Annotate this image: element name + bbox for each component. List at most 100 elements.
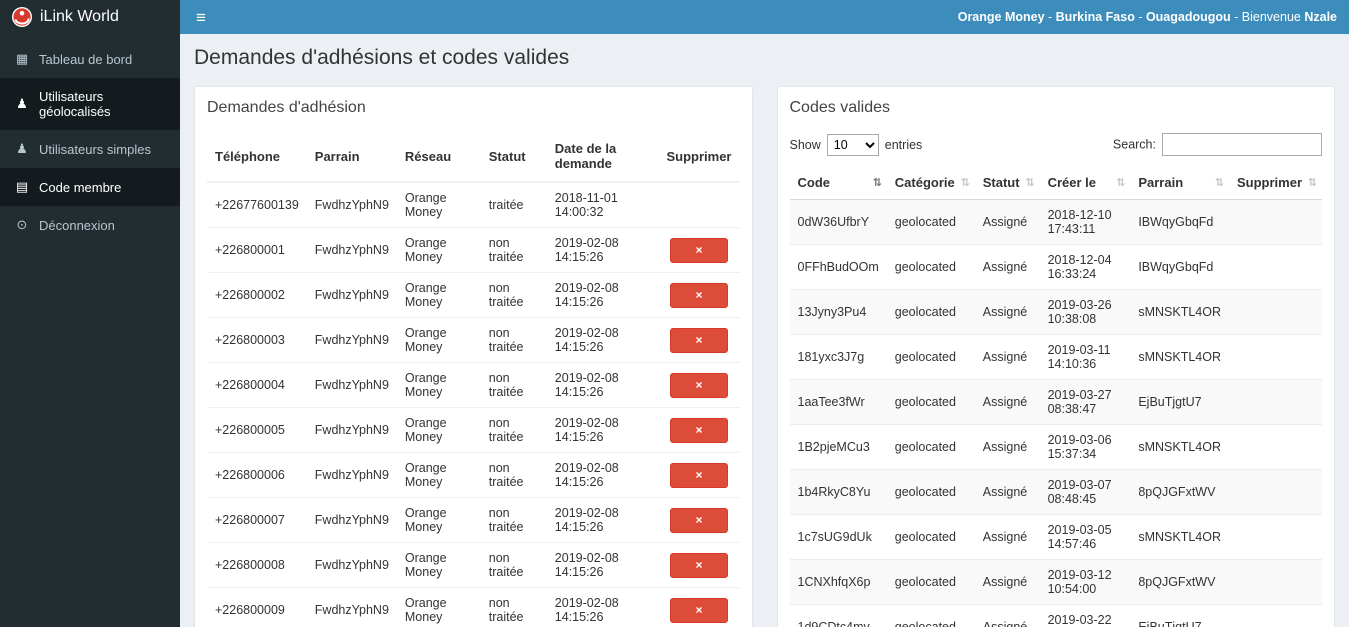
cell-code: 0dW36UfbrY	[789, 199, 887, 245]
adhesion-panel-title: Demandes d'adhésion	[207, 99, 366, 116]
cell-reseau: Orange Money	[396, 272, 481, 318]
cell-statut: Assigné	[974, 379, 1040, 425]
code-row: 1aaTee3fWr geolocated Assigné 2019-03-27 08…	[789, 379, 1322, 425]
cell-categorie: geolocated	[886, 244, 975, 290]
adhesion-panel: Demandes d'adhésion Téléphone Parrain Rése…	[194, 86, 753, 627]
cell-telephone: +226800002	[207, 272, 307, 318]
cell-statut: Assigné	[974, 469, 1040, 515]
column-header-statut: Statut	[480, 131, 547, 183]
cell-telephone: +226800005	[207, 407, 307, 453]
cell-cree-le: 2018-12-10 17:43:11	[1039, 199, 1131, 245]
cell-parrain: 8pQJGFxtWV	[1130, 469, 1229, 515]
sort-icon: ⇅	[1307, 177, 1317, 189]
cell-date: 2019-02-08 14:15:26	[546, 362, 659, 408]
delete-request-button[interactable]: ×	[669, 372, 728, 398]
cell-parrain: IBWqyGbqFd	[1130, 199, 1229, 245]
cell-parrain: FwdhzYphN9	[306, 452, 397, 498]
delete-request-button[interactable]: ×	[669, 507, 728, 533]
users-icon: ♟	[16, 141, 28, 156]
cell-supprimer: ×	[658, 587, 740, 627]
codes-table-body: 0dW36UfbrY geolocated Assigné 2018-12-10 17…	[789, 199, 1322, 627]
sidebar-item-tableau-de-bord[interactable]: ▦ Tableau de bord	[0, 40, 180, 78]
cell-statut: Assigné	[974, 424, 1040, 470]
cell-date: 2019-02-08 14:15:26	[546, 317, 659, 363]
cell-statut: non traitée	[480, 452, 547, 498]
cell-statut: non traitée	[480, 362, 547, 408]
dashboard-icon: ▦	[15, 51, 29, 66]
code-row: 181yxc3J7g geolocated Assigné 2019-03-11 14…	[789, 334, 1322, 380]
cell-cree-le: 2019-03-27 08:38:47	[1039, 379, 1131, 425]
cell-supprimer: ×	[658, 497, 740, 543]
column-label: Parrain	[1138, 175, 1184, 190]
entries-select[interactable]: 10	[826, 133, 879, 156]
column-header-reseau: Réseau	[396, 131, 481, 183]
sidebar-toggle-button[interactable]: ≡	[192, 9, 210, 26]
sidebar-menu: ▦ Tableau de bord ♟ Utilisateurs géolocalis…	[0, 34, 180, 244]
cell-reseau: Orange Money	[396, 407, 481, 453]
cell-supprimer	[1228, 289, 1322, 335]
search-input[interactable]	[1162, 133, 1322, 156]
cell-telephone: +226800001	[207, 227, 307, 273]
column-header-parrain[interactable]: Parrain ⇅	[1130, 166, 1229, 200]
codes-panel: Codes valides Show 10 entries Search: Code…	[776, 86, 1335, 627]
sidebar-item-code-membre[interactable]: ▤ Code membre	[0, 168, 180, 206]
cell-code: 1aaTee3fWr	[789, 379, 887, 425]
cell-categorie: geolocated	[886, 604, 975, 627]
delete-request-button[interactable]: ×	[669, 282, 728, 308]
cell-supprimer	[1228, 379, 1322, 425]
column-header-code[interactable]: Code ⇅	[789, 166, 887, 200]
cell-code: 1CNXhfqX6p	[789, 559, 887, 605]
column-header-cree-le[interactable]: Créer le ⇅	[1039, 166, 1131, 200]
cell-supprimer: ×	[658, 272, 740, 318]
codes-panel-title: Codes valides	[789, 99, 891, 116]
adhesion-row: +226800009 FwdhzYphN9 Orange Money non trai…	[207, 587, 740, 627]
column-header-parrain: Parrain	[306, 131, 397, 183]
adhesion-row: +226800003 FwdhzYphN9 Orange Money non trai…	[207, 317, 740, 363]
cell-statut: non traitée	[480, 317, 547, 363]
cell-date: 2019-02-08 14:15:26	[546, 542, 659, 588]
search-label: Search:	[1112, 137, 1156, 152]
delete-request-button[interactable]: ×	[669, 417, 728, 443]
app-logo-icon	[12, 7, 32, 27]
sidebar-item-label: Code membre	[39, 179, 122, 195]
sidebar-item-utilisateurs-simples[interactable]: ♟ Utilisateurs simples	[0, 130, 180, 168]
sort-icon: ⇅	[1214, 177, 1224, 189]
sidebar-item-label: Tableau de bord	[39, 51, 133, 67]
cell-statut: non traitée	[480, 227, 547, 273]
cell-cree-le: 2019-03-05 14:57:46	[1039, 514, 1131, 560]
adhesion-row: +226800007 FwdhzYphN9 Orange Money non trai…	[207, 497, 740, 543]
cell-statut: Assigné	[974, 604, 1040, 627]
sidebar-item-utilisateurs-geolocalises[interactable]: ♟ Utilisateurs géolocalisés	[0, 78, 180, 130]
cell-statut: non traitée	[480, 542, 547, 588]
cell-code: 0FFhBudOOm	[789, 244, 887, 290]
delete-request-button[interactable]: ×	[669, 237, 728, 263]
sidebar-item-deconnexion[interactable]: ⊙ Déconnexion	[0, 206, 180, 244]
column-header-statut[interactable]: Statut ⇅	[974, 166, 1040, 200]
cell-statut: Assigné	[974, 289, 1040, 335]
cell-date: 2019-02-08 14:15:26	[546, 272, 659, 318]
cell-supprimer: ×	[658, 317, 740, 363]
cell-code: 13Jyny3Pu4	[789, 289, 887, 335]
list-icon: ▤	[15, 179, 29, 194]
delete-request-button[interactable]: ×	[669, 327, 728, 353]
code-row: 1CNXhfqX6p geolocated Assigné 2019-03-12 10…	[789, 559, 1322, 605]
cell-reseau: Orange Money	[396, 452, 481, 498]
delete-request-button[interactable]: ×	[669, 552, 728, 578]
delete-request-button[interactable]: ×	[669, 597, 728, 623]
cell-categorie: geolocated	[886, 199, 975, 245]
page-title: Demandes d'adhésions et codes valides	[194, 46, 570, 69]
column-label: Statut	[982, 175, 1020, 190]
cell-parrain: sMNSKTL4OR	[1130, 334, 1229, 380]
brand[interactable]: iLink World	[0, 0, 180, 34]
cell-date: 2019-02-08 14:15:26	[546, 587, 659, 627]
user-greeting[interactable]: Orange Money - Burkina Faso - Ouagadougo…	[958, 10, 1337, 24]
column-header-categorie[interactable]: Catégorie ⇅	[886, 166, 975, 200]
column-header-supprimer[interactable]: Supprimer ⇅	[1228, 166, 1322, 200]
sidebar: ▦ Tableau de bord ♟ Utilisateurs géolocalis…	[0, 34, 180, 627]
cell-statut: Assigné	[974, 244, 1040, 290]
delete-request-button[interactable]: ×	[669, 462, 728, 488]
users-icon: ♟	[16, 96, 28, 111]
cell-categorie: geolocated	[886, 514, 975, 560]
cell-cree-le: 2018-12-04 16:33:24	[1039, 244, 1131, 290]
cell-supprimer: ×	[658, 452, 740, 498]
